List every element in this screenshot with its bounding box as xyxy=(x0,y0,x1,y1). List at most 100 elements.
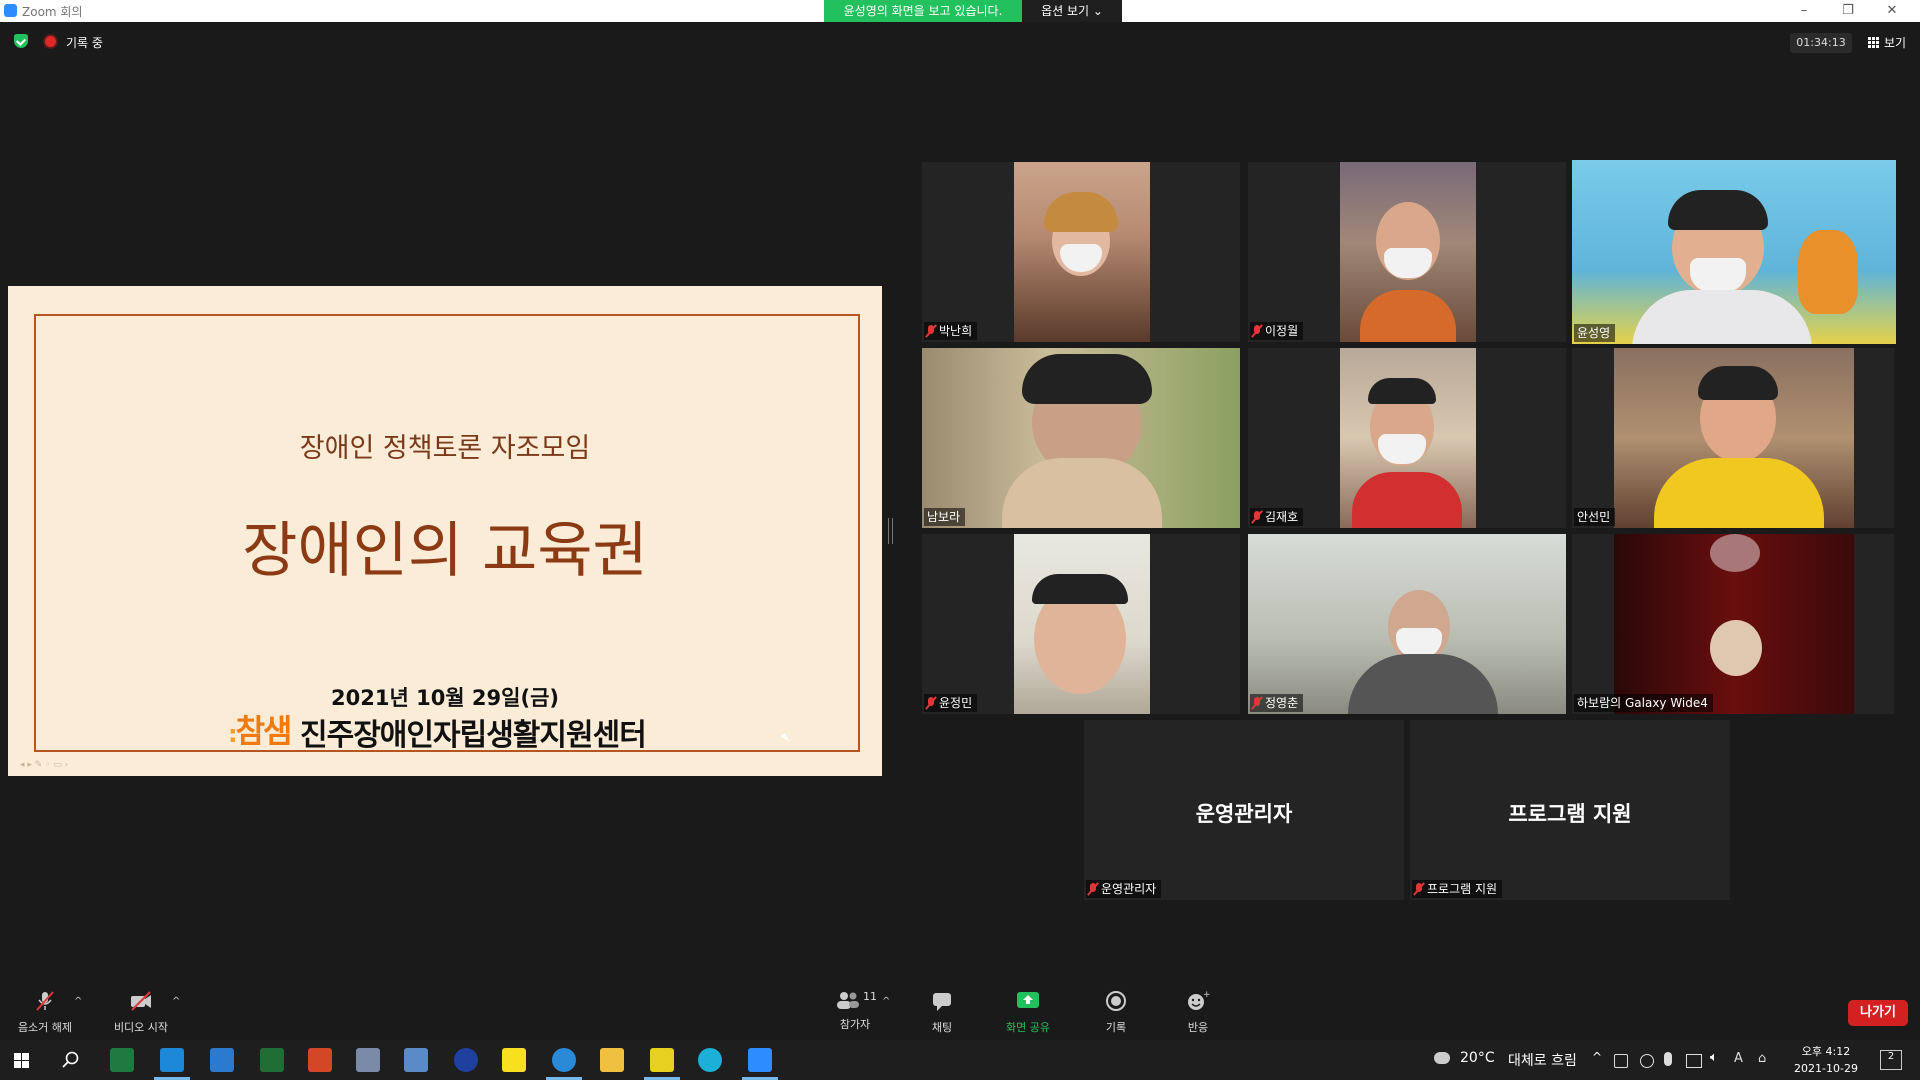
panel-splitter[interactable] xyxy=(888,518,893,544)
video-tile[interactable]: 김재호 xyxy=(1248,348,1566,528)
weather-temperature[interactable]: 20°C xyxy=(1460,1050,1495,1066)
shared-screen-slide: 장애인 정책토론 자조모임 장애인의 교육권 2021년 10월 29일(금) … xyxy=(8,286,882,776)
view-options-button[interactable]: 옵션 보기 ⌄ xyxy=(1022,0,1122,22)
ime-language-icon[interactable]: A xyxy=(1734,1051,1743,1066)
close-button[interactable]: ✕ xyxy=(1870,0,1914,22)
svg-text:+: + xyxy=(1203,990,1210,1000)
mic-muted-icon xyxy=(1253,325,1261,337)
network-icon[interactable] xyxy=(1686,1054,1702,1068)
mic-muted-icon xyxy=(1253,697,1261,709)
tray-overflow-chevron-icon[interactable]: ^ xyxy=(1592,1050,1602,1064)
zoom-taskbar-icon[interactable] xyxy=(748,1048,772,1072)
chamsaem-logo: :참샘 xyxy=(228,712,292,750)
video-tile[interactable]: 하보람의 Galaxy Wide4 xyxy=(1572,534,1894,714)
microphone-muted-icon xyxy=(36,991,54,1011)
leave-meeting-button[interactable]: 나가기 xyxy=(1848,1000,1908,1026)
start-video-label: 비디오 시작 xyxy=(113,1021,169,1034)
excel-sheet-app-icon[interactable] xyxy=(110,1048,134,1072)
clock-date: 2021-10-29 xyxy=(1794,1062,1858,1075)
slide-subtitle: 장애인 정책토론 자조모임 xyxy=(299,433,591,464)
slide-nav-toolbar-icon[interactable]: ◂ ▸ ✎ ◦ ▭ › xyxy=(20,760,68,770)
windows-start-icon[interactable] xyxy=(14,1053,29,1068)
mic-muted-icon xyxy=(1089,883,1097,895)
excel-app-icon[interactable] xyxy=(260,1048,284,1072)
sticky-app-icon[interactable] xyxy=(650,1048,674,1072)
unmute-label: 음소거 해제 xyxy=(17,1021,73,1034)
recording-icon xyxy=(45,36,56,47)
file-explorer-icon[interactable] xyxy=(600,1048,624,1072)
unmute-button[interactable]: 음소거 해제 xyxy=(8,990,82,1035)
video-tile-no-video[interactable]: 프로그램 지원 프로그램 지원 xyxy=(1410,720,1730,900)
participant-name-tag: 이정월 xyxy=(1250,322,1304,340)
video-tile[interactable]: 윤정민 xyxy=(922,534,1240,714)
encryption-shield-icon[interactable] xyxy=(14,34,28,48)
record-button[interactable]: 기록 xyxy=(1086,990,1146,1035)
participant-video xyxy=(922,348,1240,528)
gallery-view-icon[interactable] xyxy=(1868,37,1879,48)
slide-date: 2021년 10월 29일(금) xyxy=(331,686,559,710)
participant-display-name: 프로그램 지원 xyxy=(1508,802,1632,826)
share-screen-button[interactable]: 화면 공유 xyxy=(996,990,1060,1035)
video-tile-active-speaker[interactable]: 윤성영 xyxy=(1572,160,1896,344)
restore-button[interactable]: ❐ xyxy=(1826,0,1870,22)
kakaotalk-app-icon[interactable] xyxy=(502,1048,526,1072)
video-camera-off-icon xyxy=(131,991,151,1011)
participant-video xyxy=(1014,534,1150,714)
start-video-button[interactable]: 비디오 시작 xyxy=(104,990,178,1035)
slide-org-name: 진주장애인자립생활지원센터 xyxy=(300,718,647,753)
recording-label[interactable]: 기록 중 xyxy=(66,34,103,51)
window-title: Zoom 회의 xyxy=(22,5,83,19)
video-options-caret-icon[interactable]: ^ xyxy=(172,996,180,1007)
participant-name-tag: 윤성영 xyxy=(1574,324,1616,342)
internet-explorer-icon[interactable] xyxy=(552,1048,576,1072)
tray-microphone-icon[interactable] xyxy=(1664,1052,1672,1066)
search-icon[interactable] xyxy=(62,1051,80,1069)
video-tile[interactable]: 안선민 xyxy=(1572,348,1894,528)
participant-video xyxy=(1340,348,1476,528)
participant-name-tag: 하보람의 Galaxy Wide4 xyxy=(1574,694,1713,712)
video-tile[interactable]: 남보라 xyxy=(922,348,1240,528)
powerpoint-app-icon[interactable] xyxy=(308,1048,332,1072)
volume-icon[interactable]: 🔈︎ xyxy=(1710,1050,1718,1065)
taskbar-clock[interactable]: 오후 4:12 2021-10-29 xyxy=(1788,1043,1864,1077)
mic-muted-icon xyxy=(927,325,935,337)
participant-name-tag: 안선민 xyxy=(1574,508,1616,526)
participants-icon xyxy=(837,992,859,1009)
pen-tool-app-icon[interactable] xyxy=(356,1048,380,1072)
video-tile[interactable]: 이정월 xyxy=(1248,162,1566,342)
view-button-label[interactable]: 보기 xyxy=(1884,34,1906,51)
edge-browser-icon[interactable] xyxy=(698,1048,722,1072)
cloud-weather-icon[interactable] xyxy=(1434,1052,1450,1064)
participant-name-tag: 윤정민 xyxy=(924,694,978,712)
slide-title: 장애인의 교육권 xyxy=(242,516,648,586)
outlook-app-icon[interactable] xyxy=(160,1048,184,1072)
tray-app-icon[interactable] xyxy=(1614,1054,1628,1068)
video-tile[interactable]: 박난희 xyxy=(922,162,1240,342)
document-app-icon[interactable] xyxy=(404,1048,428,1072)
participant-name-tag: 남보라 xyxy=(924,508,966,526)
participant-video xyxy=(1572,160,1896,344)
mic-muted-icon xyxy=(1253,511,1261,523)
chat-label: 채팅 xyxy=(931,1021,953,1034)
p-app-icon[interactable] xyxy=(454,1048,478,1072)
minimize-button[interactable]: – xyxy=(1782,0,1826,22)
tray-extra-icon[interactable]: ⌂ xyxy=(1758,1051,1766,1066)
video-tile[interactable]: 정영춘 xyxy=(1248,534,1566,714)
chat-button[interactable]: 채팅 xyxy=(912,990,972,1035)
notifications-icon[interactable]: 2 xyxy=(1880,1050,1902,1070)
participant-name-tag: 운영관리자 xyxy=(1086,880,1162,898)
video-tile-no-video[interactable]: 운영관리자 운영관리자 xyxy=(1084,720,1404,900)
participants-count: 11 xyxy=(863,990,877,1003)
participant-video xyxy=(1248,534,1566,714)
reactions-button[interactable]: + 반응 xyxy=(1168,990,1228,1035)
participant-name-tag: 박난희 xyxy=(924,322,978,340)
tray-camera-icon[interactable] xyxy=(1640,1054,1654,1068)
audio-options-caret-icon[interactable]: ^ xyxy=(74,996,82,1007)
notes-app-icon[interactable] xyxy=(210,1048,234,1072)
participant-name-tag: 프로그램 지원 xyxy=(1412,880,1503,898)
weather-description[interactable]: 대체로 흐림 xyxy=(1508,1050,1577,1070)
participant-display-name: 운영관리자 xyxy=(1195,802,1293,826)
share-screen-label: 화면 공유 xyxy=(1006,1021,1050,1034)
participants-caret-icon[interactable]: ^ xyxy=(882,996,890,1007)
meeting-timer: 01:34:13 xyxy=(1790,33,1852,53)
